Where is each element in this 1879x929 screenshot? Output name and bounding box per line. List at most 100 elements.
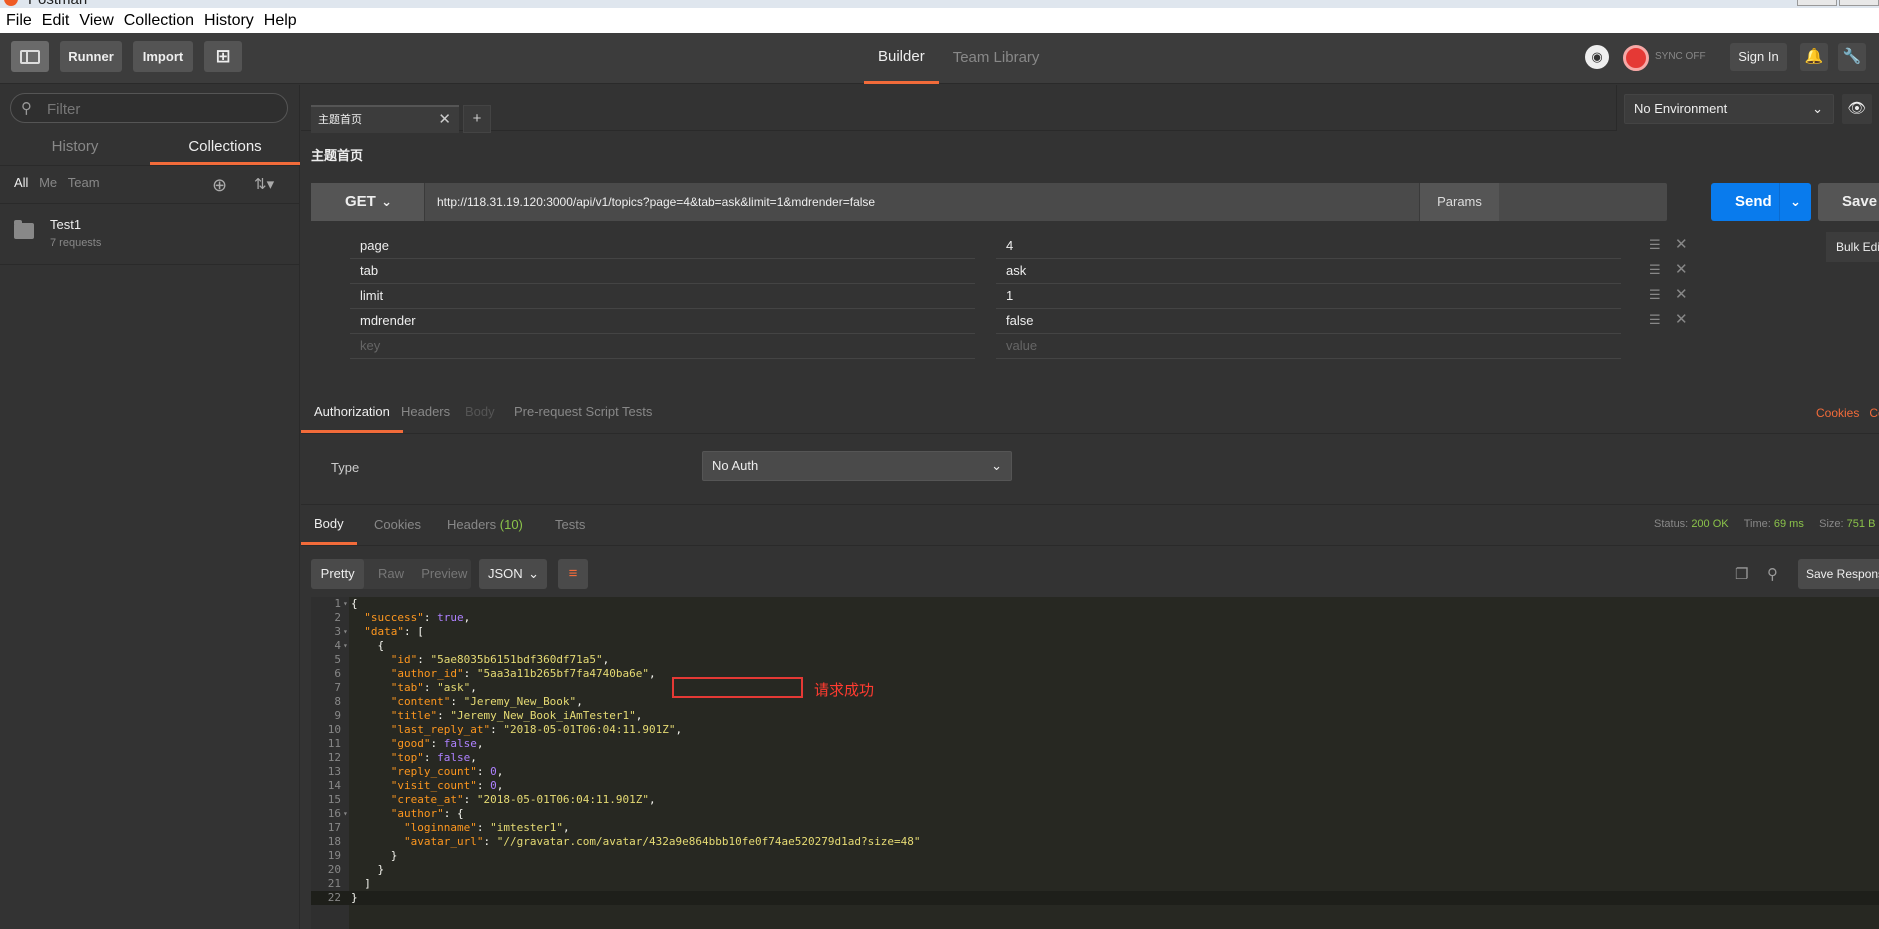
- tab-headers[interactable]: Headers: [401, 394, 450, 430]
- settings-button[interactable]: 🔧: [1838, 43, 1866, 71]
- response-body-editor[interactable]: 1 ▾{ 2 "success": true, 3 ▾ "data": [ 4 ▾ {…: [311, 597, 1879, 929]
- param-key[interactable]: limit: [350, 283, 975, 309]
- drag-handle-icon[interactable]: ☰: [1649, 312, 1661, 328]
- code-line: 3 ▾ "data": [: [334, 625, 424, 638]
- environment-select[interactable]: No Environment ⌄: [1624, 94, 1834, 124]
- url-input[interactable]: http://118.31.19.120:3000/api/v1/topics?…: [437, 183, 875, 221]
- bell-icon: 🔔: [1804, 48, 1824, 65]
- tab-response-tests[interactable]: Tests: [555, 505, 585, 545]
- minimize-button[interactable]: [1797, 0, 1837, 6]
- sidebar-tabs: History Collections: [0, 130, 300, 166]
- environment-quick-look-button[interactable]: 👁: [1842, 94, 1872, 124]
- cookies-link[interactable]: Cookies Code: [1816, 406, 1879, 420]
- delete-icon[interactable]: ✕: [1675, 285, 1688, 303]
- menu-file[interactable]: File: [6, 12, 32, 30]
- param-key[interactable]: mdrender: [350, 308, 975, 334]
- drag-handle-icon[interactable]: ☰: [1649, 262, 1661, 278]
- delete-icon[interactable]: ✕: [1675, 235, 1688, 253]
- sort-icon[interactable]: ⇅▾: [254, 175, 274, 193]
- menu-history[interactable]: History: [204, 12, 254, 30]
- code-line: 21 ]: [327, 877, 371, 890]
- tab-body[interactable]: Body: [465, 394, 495, 430]
- code-line: 7 "tab": "ask",: [334, 681, 477, 694]
- request-tab[interactable]: 主题首页 ✕: [311, 105, 459, 133]
- param-key-placeholder[interactable]: key: [350, 333, 975, 359]
- param-key[interactable]: tab: [350, 258, 975, 284]
- code-link-label: Code: [1869, 406, 1879, 420]
- search-icon[interactable]: ⚲: [1767, 565, 1778, 583]
- tab-response-cookies[interactable]: Cookies: [374, 505, 421, 545]
- copy-icon[interactable]: ❐: [1735, 565, 1748, 583]
- drag-handle-icon[interactable]: ☰: [1649, 287, 1661, 303]
- folder-icon: [14, 220, 34, 239]
- format-select[interactable]: JSON ⌄: [479, 559, 547, 589]
- size-value: 751 B: [1846, 518, 1876, 530]
- notifications-button[interactable]: 🔔: [1800, 43, 1828, 71]
- tab-history[interactable]: History: [0, 130, 150, 165]
- interceptor-icon[interactable]: ◉: [1585, 45, 1609, 69]
- code-line: 17 "loginname": "imtester1",: [327, 821, 570, 834]
- param-row-new: key value: [350, 333, 1650, 361]
- new-collection-icon[interactable]: ⊕: [212, 175, 227, 196]
- sign-in-button[interactable]: Sign In: [1730, 43, 1787, 71]
- bulk-edit-button[interactable]: Bulk Edit: [1826, 232, 1879, 262]
- menu-edit[interactable]: Edit: [42, 12, 70, 30]
- request-tab-bar: 主题首页 ✕ +: [301, 85, 1616, 133]
- status-value: 200 OK: [1691, 518, 1729, 530]
- import-button[interactable]: Import: [133, 41, 193, 72]
- collection-item[interactable]: Test1 7 requests: [0, 205, 300, 265]
- filter-all[interactable]: All: [14, 175, 28, 190]
- view-preview[interactable]: Preview: [418, 559, 471, 589]
- param-value-placeholder[interactable]: value: [996, 333, 1621, 359]
- param-key[interactable]: page: [350, 233, 975, 259]
- tab-response-headers[interactable]: Headers (10): [447, 505, 523, 545]
- save-response-button[interactable]: Save Response: [1798, 559, 1879, 589]
- view-raw[interactable]: Raw: [364, 559, 417, 589]
- tab-pre-request-script[interactable]: Pre-request Script: [514, 394, 619, 430]
- new-window-button[interactable]: ⊞: [204, 41, 242, 72]
- delete-icon[interactable]: ✕: [1675, 310, 1688, 328]
- headers-count: (10): [499, 517, 523, 532]
- filter-team[interactable]: Team: [68, 175, 100, 190]
- wrap-lines-button[interactable]: ≡: [558, 559, 588, 589]
- runner-button[interactable]: Runner: [60, 41, 122, 72]
- code-line: 20 }: [327, 863, 385, 876]
- auth-type-label: Type: [331, 460, 360, 475]
- tab-authorization[interactable]: Authorization: [301, 394, 403, 433]
- sync-icon[interactable]: [1623, 45, 1649, 71]
- method-select[interactable]: GET ⌄: [311, 183, 425, 221]
- tab-response-body[interactable]: Body: [301, 505, 357, 545]
- param-value[interactable]: ask: [996, 258, 1621, 284]
- param-value[interactable]: 4: [996, 233, 1621, 259]
- menu-collection[interactable]: Collection: [124, 12, 194, 30]
- filter-input[interactable]: ⚲ Filter: [10, 93, 288, 123]
- main-panel: 主题首页 ✕ + No Environment ⌄ 👁 主题首页 GET ⌄ h…: [301, 85, 1879, 929]
- wrap-icon: ≡: [568, 565, 578, 582]
- time-value: 69 ms: [1773, 518, 1804, 530]
- send-dropdown-icon[interactable]: ⌄: [1779, 183, 1811, 221]
- auth-type-select[interactable]: No Auth ⌄: [702, 451, 1012, 481]
- delete-icon[interactable]: ✕: [1675, 260, 1688, 278]
- filter-me[interactable]: Me: [39, 175, 57, 190]
- save-button[interactable]: Save: [1818, 183, 1879, 221]
- menu-help[interactable]: Help: [264, 12, 297, 30]
- tab-collections[interactable]: Collections: [150, 130, 300, 165]
- tab-team-library[interactable]: Team Library: [939, 33, 1054, 84]
- param-value[interactable]: 1: [996, 283, 1621, 309]
- tab-builder[interactable]: Builder: [864, 33, 939, 84]
- maximize-button[interactable]: [1839, 0, 1879, 6]
- menu-view[interactable]: View: [79, 12, 113, 30]
- params-button[interactable]: Params: [1419, 183, 1499, 221]
- param-row: tab ask ☰ ✕: [350, 258, 1688, 286]
- send-button[interactable]: Send ⌄: [1711, 183, 1811, 221]
- toggle-sidebar-button[interactable]: [11, 41, 49, 72]
- sidebar-icon: [20, 49, 40, 64]
- filter-placeholder: Filter: [47, 101, 81, 118]
- close-icon[interactable]: ✕: [438, 107, 451, 133]
- add-tab-button[interactable]: +: [463, 105, 491, 133]
- tab-tests[interactable]: Tests: [622, 394, 652, 430]
- param-value[interactable]: false: [996, 308, 1621, 334]
- drag-handle-icon[interactable]: ☰: [1649, 237, 1661, 253]
- view-pretty[interactable]: Pretty: [311, 559, 365, 589]
- view-mode-group: Pretty Raw Preview: [311, 559, 471, 589]
